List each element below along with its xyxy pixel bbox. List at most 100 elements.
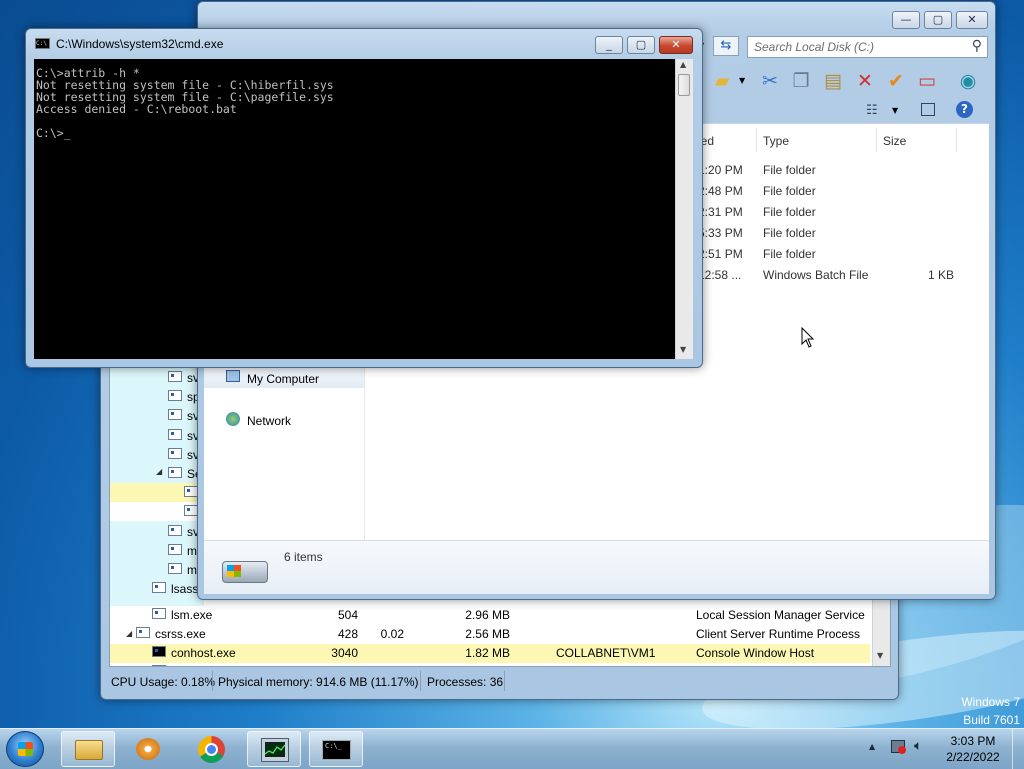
scroll-up-arrow[interactable]: ▲ <box>680 60 686 69</box>
process-tree-row[interactable]: m <box>110 560 204 579</box>
shell-icon[interactable]: ◉ <box>956 70 980 92</box>
process-tree-row[interactable]: lsass <box>110 579 204 598</box>
minimize-icon: — <box>900 13 912 26</box>
process-tree-row[interactable]: sp <box>110 387 204 406</box>
taskbar-cmd-button[interactable]: C:\_ <box>309 731 363 767</box>
process-row[interactable]: ◢ csrss.exe 428 0.02 2.56 MB Client Server Ru… <box>110 625 870 644</box>
file-size: 1 KB <box>927 268 954 282</box>
process-row[interactable]: lsm.exe 504 2.96 MB Local Session Manager S… <box>110 606 870 625</box>
process-tree-row[interactable] <box>110 483 204 503</box>
explorer-close-button[interactable]: ✕ <box>956 11 988 29</box>
nav-label: My Computer <box>247 372 320 386</box>
network-tray-icon[interactable] <box>891 740 906 754</box>
view-dropdown-arrow[interactable]: ▼ <box>892 106 898 115</box>
process-memory: 2.56 MB <box>465 627 510 641</box>
file-type: File folder <box>763 247 816 261</box>
process-icon <box>152 582 166 594</box>
search-box[interactable]: Search Local Disk (C:) ⚲ <box>747 36 988 58</box>
process-name: lsass <box>171 582 199 597</box>
folder-properties-icon[interactable]: ▰ <box>710 70 734 92</box>
cmd-icon: C:\_ <box>322 740 351 760</box>
tree-expander-icon[interactable]: ◢ <box>126 629 132 638</box>
process-icon <box>168 409 182 421</box>
paste-icon[interactable]: ▤ <box>821 70 845 92</box>
process-tree-row[interactable]: sv <box>110 522 204 541</box>
cut-icon[interactable]: ✂ <box>758 70 782 92</box>
process-memory: 2.96 MB <box>465 608 510 622</box>
taskbar-explorer-button[interactable] <box>61 731 115 767</box>
cmd-maximize-button[interactable]: ▢ <box>627 36 655 54</box>
file-modified: 2:48 PM <box>698 184 743 198</box>
process-row[interactable]: winlogon.exe 1796 2.37 MB Windows Logon App… <box>110 663 870 666</box>
delete-icon[interactable]: ✕ <box>853 70 877 92</box>
console-output[interactable]: C:\>attrib -h * Not resetting system file… <box>34 59 675 359</box>
process-tree-row[interactable]: sv <box>110 426 204 445</box>
taskbar: C:\_ ▲ 🔈︎ 3:03 PM 2/22/2022 <box>0 728 1024 769</box>
column-divider <box>956 128 957 152</box>
item-count: 6 items <box>284 550 323 564</box>
view-options-icon[interactable]: ☷ <box>866 103 878 118</box>
nav-item-network[interactable]: Network <box>204 410 364 430</box>
column-size[interactable]: Size <box>883 134 906 148</box>
process-row[interactable]: conhost.exe 3040 1.82 MB COLLABNET\VM1 Conso… <box>110 644 870 663</box>
refresh-button[interactable]: ⇆ <box>713 36 739 56</box>
taskbar-media-player-button[interactable] <box>121 731 175 767</box>
cmd-close-button[interactable]: ✕ <box>659 36 693 54</box>
volume-icon[interactable]: 🔈︎ <box>914 738 922 754</box>
start-button[interactable] <box>6 731 44 767</box>
file-modified: 5:33 PM <box>698 226 743 240</box>
process-tree-row[interactable] <box>110 502 204 522</box>
taskbar-chrome-button[interactable] <box>185 731 239 767</box>
toolbar-dropdown-arrow[interactable]: ▼ <box>739 76 745 85</box>
taskbar-task-manager-button[interactable] <box>247 731 301 767</box>
mouse-cursor-icon <box>801 327 815 348</box>
console-scrollbar[interactable]: ▲ ▼ <box>675 59 693 359</box>
file-modified: 2:31 PM <box>698 205 743 219</box>
explorer-minimize-button[interactable]: — <box>892 11 920 29</box>
process-icon <box>152 665 166 666</box>
graph-line <box>264 744 286 755</box>
column-type[interactable]: Type <box>763 134 789 148</box>
rename-icon[interactable]: ▭ <box>915 70 939 92</box>
process-name: m <box>187 563 197 577</box>
show-hidden-icons-button[interactable]: ▲ <box>869 742 875 751</box>
navigation-pane: My Computer Network <box>204 368 365 540</box>
scroll-down-arrow[interactable]: ▼ <box>680 345 686 354</box>
process-icon <box>168 543 182 555</box>
tree-expander-icon[interactable]: ◢ <box>156 467 162 476</box>
preview-pane-icon[interactable] <box>921 103 935 116</box>
process-tree-row[interactable]: sv <box>110 368 204 387</box>
scroll-down-arrow[interactable]: ▼ <box>877 651 883 660</box>
task-manager-icon <box>261 738 289 762</box>
process-tree-row[interactable]: ◢ Se <box>110 464 204 483</box>
process-tree-row[interactable]: m <box>110 541 204 560</box>
windows-logo-icon <box>227 565 241 577</box>
process-name: csrss.exe <box>155 627 206 641</box>
file-type: Windows Batch File <box>763 268 869 282</box>
chrome-center <box>205 743 218 756</box>
process-memory: 1.82 MB <box>465 646 510 660</box>
process-icon <box>184 486 198 498</box>
minimize-icon: _ <box>606 38 612 51</box>
cmd-window[interactable]: C:\ C:\Windows\system32\cmd.exe _ ▢ ✕ C:… <box>25 28 703 368</box>
nav-item-my-computer[interactable]: My Computer <box>204 368 364 388</box>
process-tree-row[interactable]: sv <box>110 445 204 464</box>
cmd-minimize-button[interactable]: _ <box>595 36 623 54</box>
process-tree-row[interactable]: sv <box>110 406 204 425</box>
file-modified: 1:20 PM <box>698 163 743 177</box>
close-icon: ✕ <box>671 38 681 51</box>
windows-logo-icon <box>18 742 33 756</box>
copy-icon[interactable]: ❐ <box>789 70 813 92</box>
help-icon[interactable]: ? <box>956 101 973 118</box>
scroll-thumb[interactable] <box>678 74 690 96</box>
clock[interactable]: 3:03 PM 2/22/2022 <box>940 733 1006 765</box>
search-icon[interactable]: ⚲ <box>972 38 982 54</box>
process-count: Processes: 36 <box>427 675 504 689</box>
process-icon <box>168 390 182 402</box>
nav-label: Network <box>247 414 292 428</box>
show-desktop-button[interactable] <box>1012 729 1024 769</box>
explorer-maximize-button[interactable]: ▢ <box>924 11 952 29</box>
checkmark-icon[interactable]: ✔ <box>884 70 908 92</box>
file-type: File folder <box>763 205 816 219</box>
